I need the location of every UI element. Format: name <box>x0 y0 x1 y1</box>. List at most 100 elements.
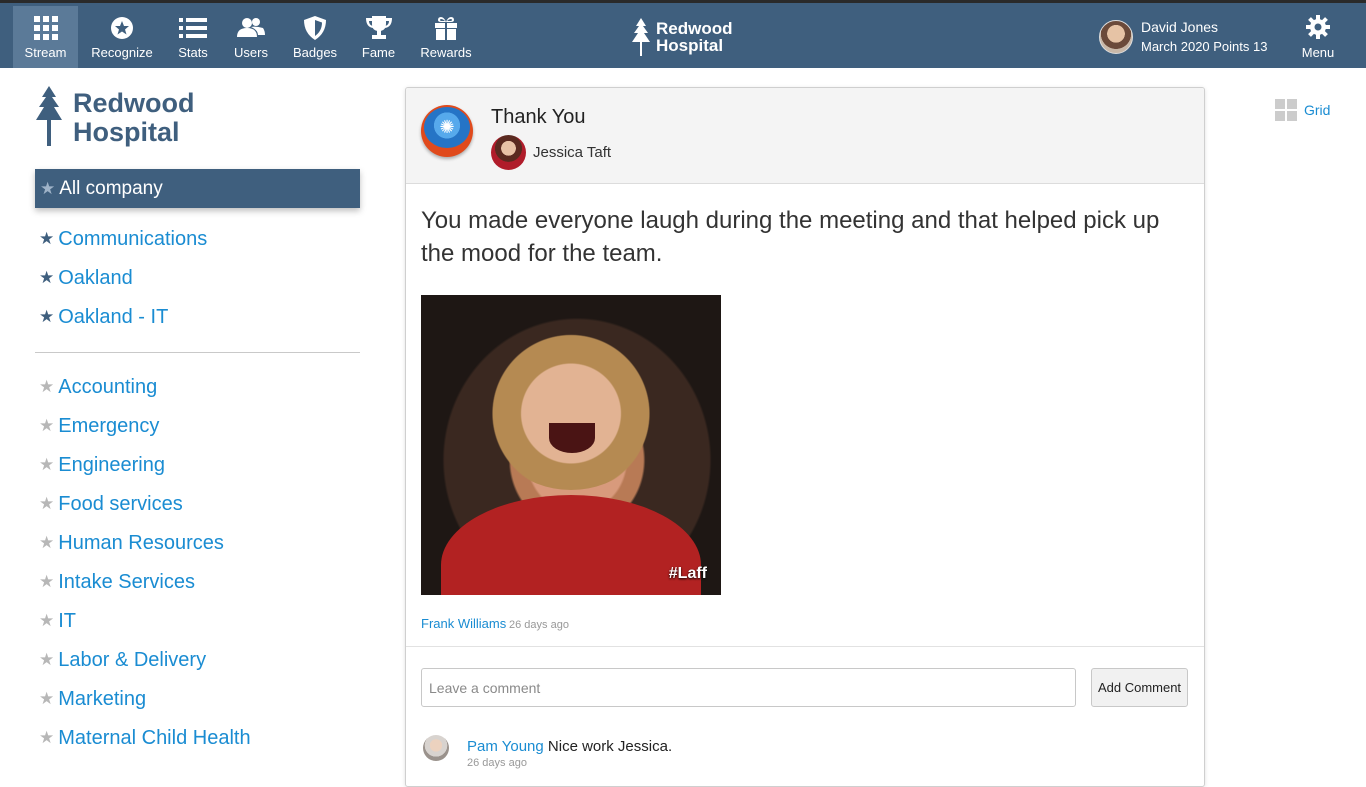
tree-icon <box>632 18 650 56</box>
nav-label: Stats <box>178 45 208 60</box>
sidebar-item-label: Intake Services <box>58 570 195 593</box>
nav-stats[interactable]: Stats <box>166 6 220 68</box>
sidebar-item-marketing[interactable]: ★ Marketing <box>39 685 146 713</box>
sidebar-item-intake-services[interactable]: ★ Intake Services <box>39 568 195 596</box>
main-nav: Stream Recognize Stats Users Badges Fame… <box>13 6 483 68</box>
sidebar-item-all-company[interactable]: ★ All company <box>35 169 360 208</box>
star-icon[interactable]: ★ <box>39 268 54 288</box>
comment-author-link[interactable]: Pam Young <box>467 738 544 755</box>
gif-image[interactable]: #Laff <box>421 295 721 595</box>
star-icon[interactable]: ★ <box>39 307 54 327</box>
list-icon <box>179 15 207 41</box>
sidebar-item-label: Maternal Child Health <box>58 726 251 749</box>
sidebar-item-emergency[interactable]: ★ Emergency <box>39 412 159 440</box>
menu-label: Menu <box>1301 45 1335 60</box>
sidebar-item-labor-delivery[interactable]: ★ Labor & Delivery <box>39 646 206 674</box>
sidebar-item-food-services[interactable]: ★ Food services <box>39 490 183 518</box>
recognition-message: You made everyone laugh during the meeti… <box>421 207 1160 267</box>
logo-line1: Redwood <box>73 88 195 118</box>
sidebar-item-label: Communications <box>58 227 208 250</box>
user-points: March 2020 Points 13 <box>1141 39 1268 54</box>
comment-timestamp: 26 days ago <box>467 757 527 769</box>
sidebar-item-communications[interactable]: ★ Communications <box>39 225 207 253</box>
logo-line2: Hospital <box>73 117 180 147</box>
sidebar-item-human-resources[interactable]: ★ Human Resources <box>39 529 224 557</box>
users-icon <box>237 15 265 41</box>
sidebar-item-oakland-it[interactable]: ★ Oakland - IT <box>39 303 168 331</box>
header-logo[interactable]: Redwood Hospital <box>632 18 733 56</box>
sidebar-item-oakland[interactable]: ★ Oakland <box>39 264 133 292</box>
nav-users[interactable]: Users <box>220 6 282 68</box>
sidebar-item-label: Accounting <box>58 375 158 398</box>
shield-icon <box>304 15 326 41</box>
user-profile[interactable]: David Jones March 2020 Points 13 <box>1099 18 1267 56</box>
menu-button[interactable]: Menu <box>1298 15 1338 60</box>
sidebar-item-label: Oakland - IT <box>58 305 169 328</box>
badge-image[interactable]: ✺ <box>421 105 473 157</box>
nav-rewards[interactable]: Rewards <box>409 6 483 68</box>
grid-icon <box>33 15 58 41</box>
giver-link[interactable]: Frank Williams <box>421 616 506 631</box>
star-icon: ★ <box>40 178 56 198</box>
card-title: Thank You <box>491 106 586 128</box>
avatar <box>491 135 526 170</box>
sidebar-item-engineering[interactable]: ★ Engineering <box>39 451 165 479</box>
sidebar-logo[interactable]: Redwood Hospital <box>35 86 195 147</box>
nav-badges[interactable]: Badges <box>282 6 348 68</box>
star-icon[interactable]: ★ <box>39 650 54 670</box>
nav-label: Rewards <box>420 45 472 60</box>
nav-label: Users <box>234 45 268 60</box>
sidebar-item-label: Human Resources <box>58 531 224 554</box>
recipient[interactable]: Jessica Taft <box>491 135 611 170</box>
star-icon[interactable]: ★ <box>39 494 54 514</box>
nav-recognize[interactable]: Recognize <box>78 6 166 68</box>
recipient-name: Jessica Taft <box>533 144 612 161</box>
sidebar-item-label: Oakland <box>58 266 133 289</box>
star-icon[interactable]: ★ <box>39 689 54 709</box>
star-icon[interactable]: ★ <box>39 229 54 249</box>
sidebar-item-label: Marketing <box>58 687 147 710</box>
grid-icon <box>1275 99 1297 121</box>
star-icon[interactable]: ★ <box>39 572 54 592</box>
trophy-icon <box>365 15 392 41</box>
card-header: ✺ Thank You Jessica Taft <box>406 88 1204 184</box>
nav-label: Stream <box>24 45 67 60</box>
grid-view-toggle[interactable]: Grid <box>1275 99 1330 121</box>
sidebar-item-it[interactable]: ★ IT <box>39 607 76 635</box>
grid-toggle-label: Grid <box>1304 102 1331 118</box>
star-icon[interactable]: ★ <box>39 533 54 553</box>
comment-text: Nice work Jessica. <box>543 738 673 755</box>
star-circle-icon <box>110 15 134 41</box>
sidebar-item-maternal-child-health[interactable]: ★ Maternal Child Health <box>39 724 251 752</box>
star-icon[interactable]: ★ <box>39 611 54 631</box>
star-icon[interactable]: ★ <box>39 728 54 748</box>
gif-tag: #Laff <box>668 565 707 582</box>
comment-input[interactable] <box>421 668 1076 707</box>
avatar[interactable] <box>423 735 449 761</box>
sidebar-item-label: Engineering <box>58 453 165 476</box>
nav-fame[interactable]: Fame <box>348 6 409 68</box>
sidebar-item-label: Emergency <box>58 414 160 437</box>
sidebar-item-label: Labor & Delivery <box>58 648 207 671</box>
sidebar-divider <box>35 352 360 353</box>
comment-item: Pam Young Nice work Jessica. 26 days ago <box>423 735 672 769</box>
post-timestamp: 26 days ago <box>509 619 569 631</box>
gear-icon <box>1306 15 1330 39</box>
fireworks-icon: ✺ <box>424 107 470 148</box>
recognition-card: ✺ Thank You Jessica Taft You made everyo… <box>405 87 1205 787</box>
avatar <box>1099 20 1133 54</box>
nav-label: Fame <box>361 45 396 60</box>
star-icon[interactable]: ★ <box>39 377 54 397</box>
sidebar-item-label: IT <box>58 609 77 632</box>
top-navigation-bar: Stream Recognize Stats Users Badges Fame… <box>0 0 1366 68</box>
add-comment-button[interactable]: Add Comment <box>1091 668 1188 707</box>
sidebar-item-label: All company <box>59 177 163 199</box>
nav-label: Badges <box>292 45 338 60</box>
nav-label: Recognize <box>91 45 153 60</box>
star-icon[interactable]: ★ <box>39 455 54 475</box>
logo-line1: Redwood <box>656 19 733 38</box>
star-icon[interactable]: ★ <box>39 416 54 436</box>
user-name: David Jones <box>1141 19 1219 35</box>
nav-stream[interactable]: Stream <box>13 6 78 68</box>
sidebar-item-accounting[interactable]: ★ Accounting <box>39 373 157 401</box>
